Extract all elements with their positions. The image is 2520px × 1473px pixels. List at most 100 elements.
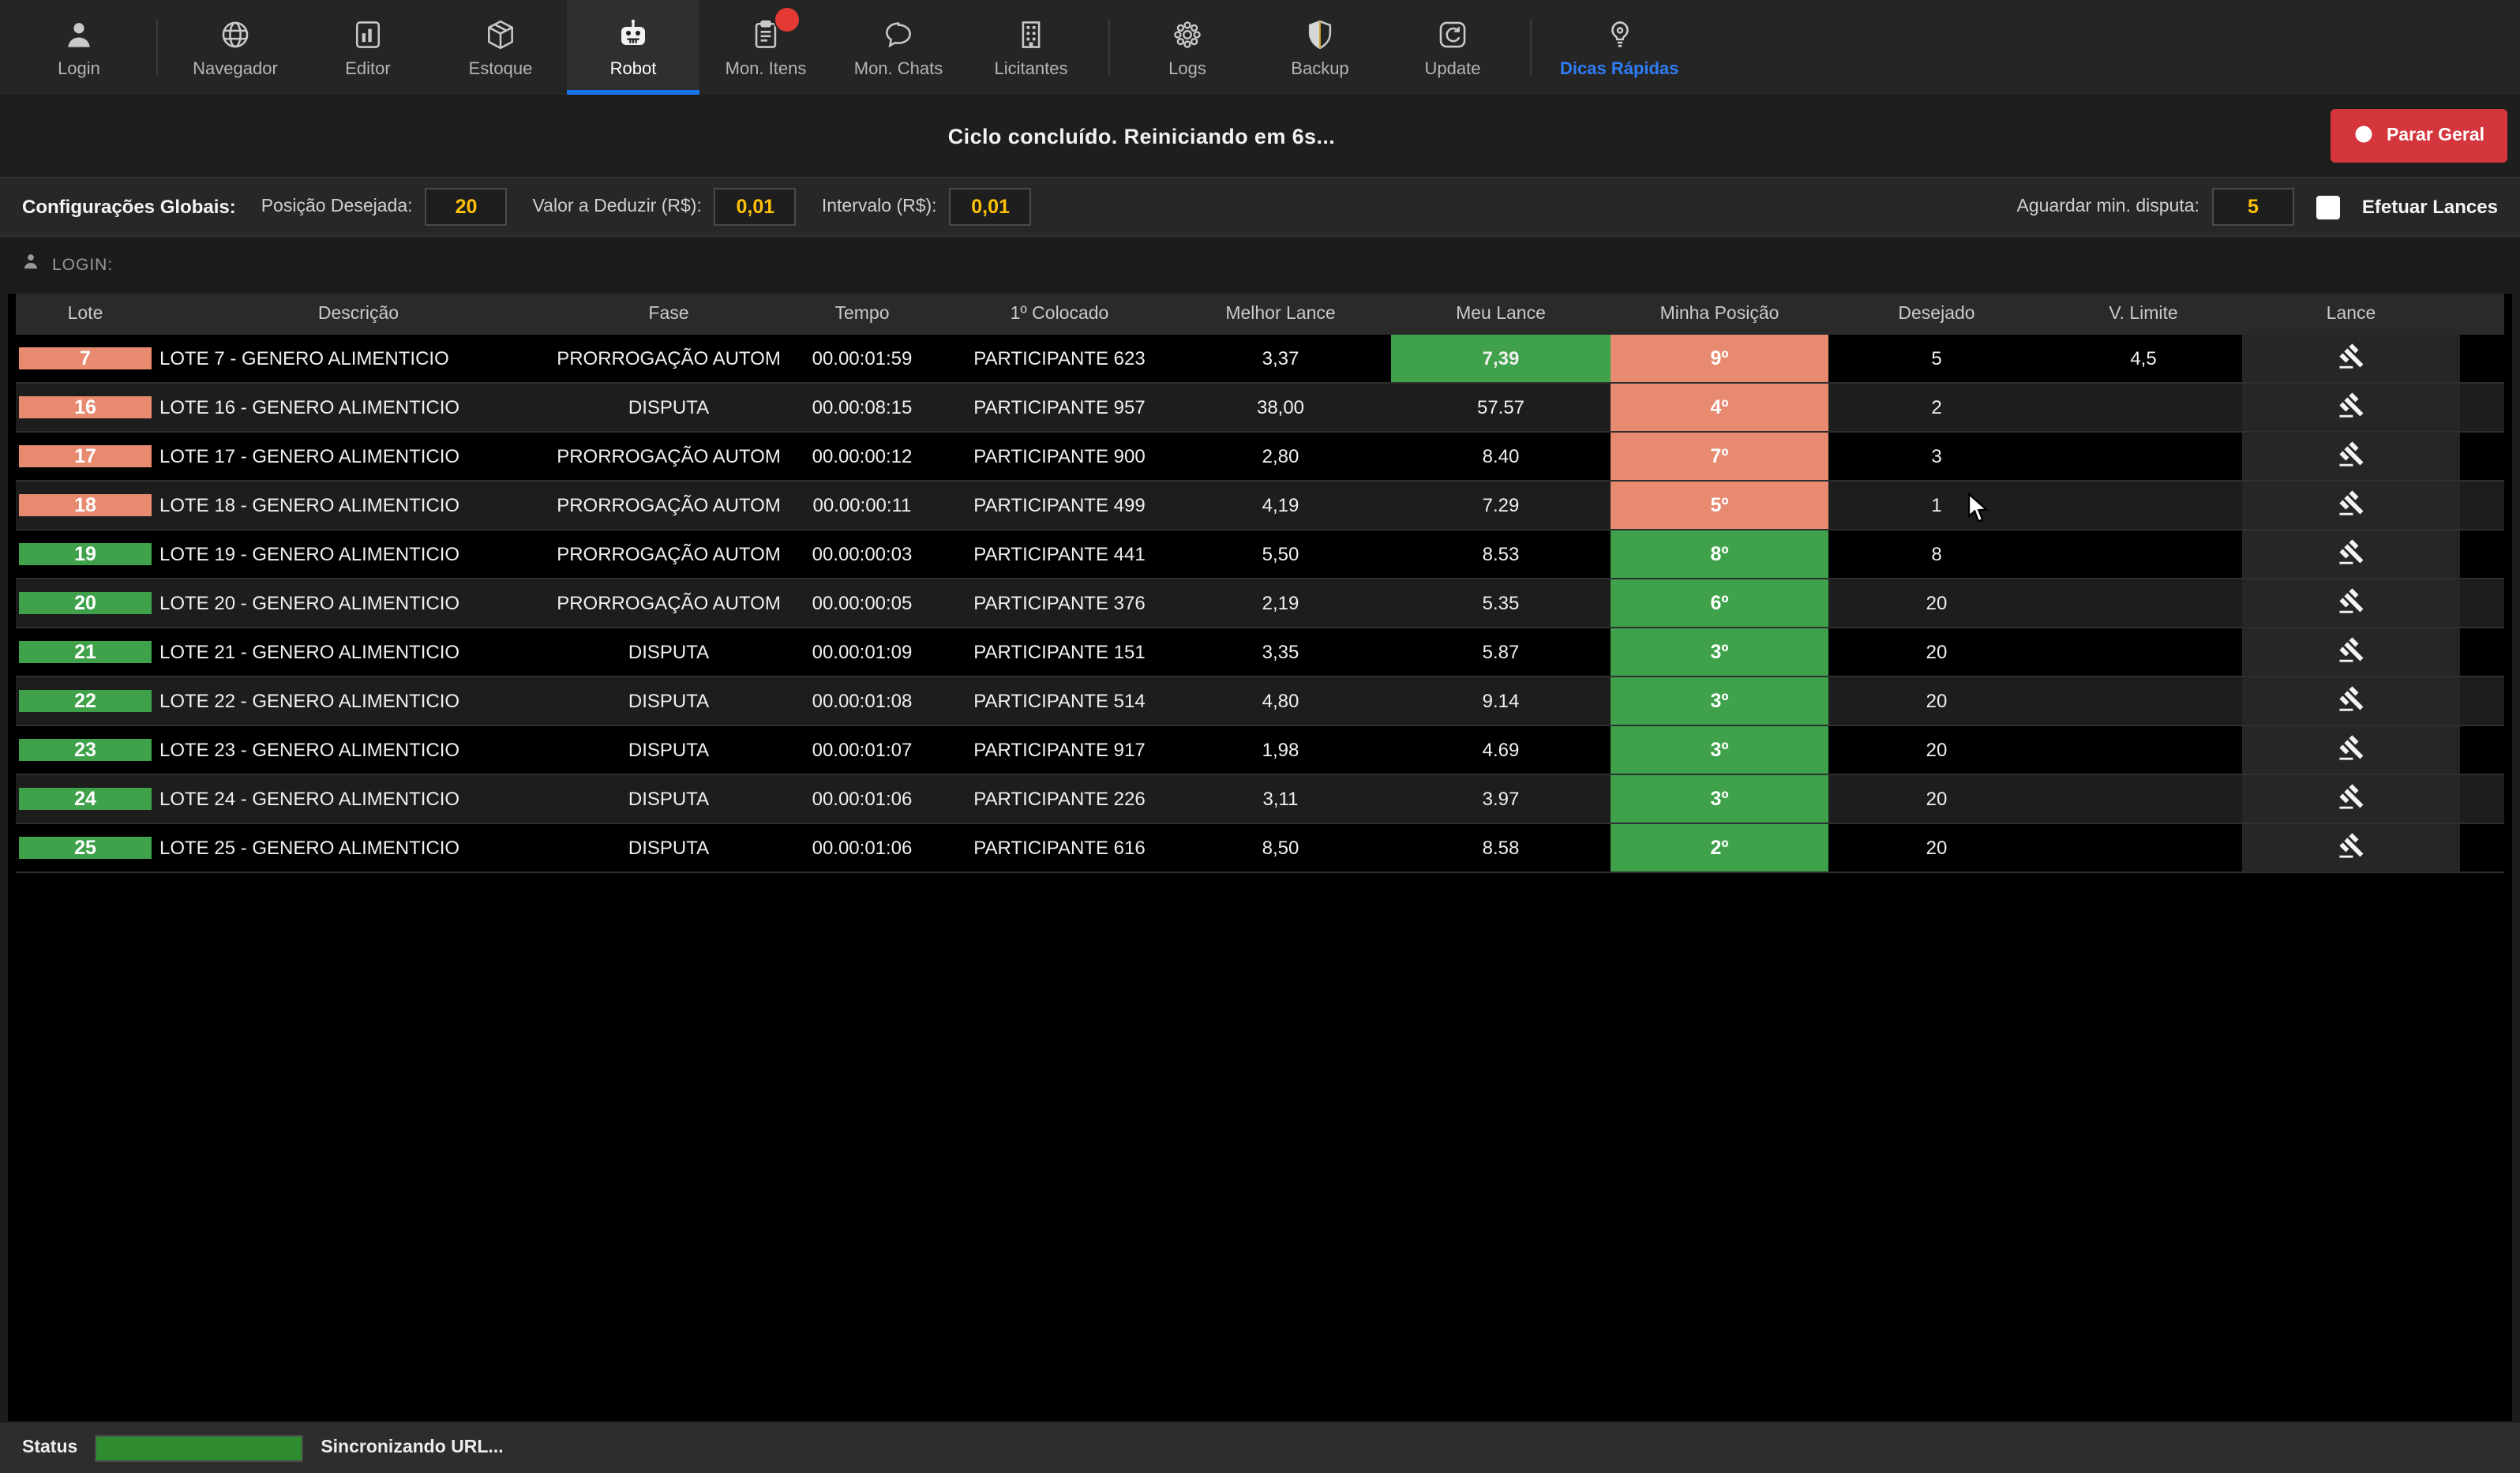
cell-fase: PRORROGAÇÃO AUTOM [562, 530, 775, 578]
valor-a-deduzir-r-input[interactable] [714, 188, 797, 226]
nav-divider [156, 19, 158, 76]
progress-bar-fill [96, 1436, 302, 1460]
lance-button[interactable] [2326, 680, 2376, 722]
cell-tail [2460, 482, 2514, 529]
cell-tail [2460, 677, 2514, 725]
cell-tail [2460, 433, 2514, 480]
lance-button[interactable] [2326, 827, 2376, 868]
table-body: 7LOTE 7 - GENERO ALIMENTICIOPRORROGAÇÃO … [16, 335, 2504, 873]
shield-icon [1303, 16, 1337, 54]
cell-melhor-lance: 5,50 [1170, 530, 1391, 578]
cell-desejado: 20 [1828, 579, 2045, 627]
cell-tail [2460, 628, 2514, 676]
sync-status-message: Sincronizando URL... [321, 1438, 503, 1457]
lance-button[interactable] [2326, 583, 2376, 624]
table-row-lote-23[interactable]: 23LOTE 23 - GENERO ALIMENTICIODISPUTA00.… [16, 726, 2504, 775]
cell-1-colocado: PARTICIPANTE 151 [949, 628, 1170, 676]
config-fields-right: Aguardar min. disputa: Efetuar Lances [2017, 188, 2499, 226]
cell-1-colocado: PARTICIPANTE 900 [949, 433, 1170, 480]
login-row: LOGIN: [8, 237, 2512, 294]
table-row-lote-18[interactable]: 18LOTE 18 - GENERO ALIMENTICIOPRORROGAÇÃ… [16, 482, 2504, 530]
cell-v-limite [2045, 628, 2242, 676]
cell-melhor-lance: 2,19 [1170, 579, 1391, 627]
cell-melhor-lance: 4,80 [1170, 677, 1391, 725]
lance-button[interactable] [2326, 534, 2376, 575]
nav-item-dicas-r-pidas[interactable]: Dicas Rápidas [1543, 0, 1696, 95]
posi-o-desejada-input[interactable] [426, 188, 508, 226]
lote-status-badge: 22 [19, 690, 152, 712]
lote-status-badge: 24 [19, 788, 152, 810]
table-row-lote-7[interactable]: 7LOTE 7 - GENERO ALIMENTICIOPRORROGAÇÃO … [16, 335, 2504, 384]
nav-item-navegador[interactable]: Navegador [169, 0, 302, 95]
cell-descricao: LOTE 25 - GENERO ALIMENTICIO [155, 824, 562, 871]
lote-status-badge: 7 [19, 347, 152, 369]
aguardar-min-disputa-input[interactable] [2212, 188, 2294, 226]
table-row-lote-22[interactable]: 22LOTE 22 - GENERO ALIMENTICIODISPUTA00.… [16, 677, 2504, 726]
nav-item-robot[interactable]: Robot [567, 0, 699, 95]
cell-v-limite [2045, 824, 2242, 871]
col-header-1-colocado: 1º Colocado [949, 305, 1170, 324]
table-row-lote-19[interactable]: 19LOTE 19 - GENERO ALIMENTICIOPRORROGAÇÃ… [16, 530, 2504, 579]
cell-melhor-lance: 38,00 [1170, 384, 1391, 431]
table-row-lote-20[interactable]: 20LOTE 20 - GENERO ALIMENTICIOPRORROGAÇÃ… [16, 579, 2504, 628]
table-row-lote-24[interactable]: 24LOTE 24 - GENERO ALIMENTICIODISPUTA00.… [16, 775, 2504, 824]
cell-v-limite: 4,5 [2045, 335, 2242, 382]
cell-desejado: 20 [1828, 628, 2045, 676]
stop-all-button[interactable]: Parar Geral [2331, 109, 2507, 163]
nav-item-label: Estoque [469, 60, 533, 79]
nav-item-update[interactable]: Update [1386, 0, 1519, 95]
table-row-lote-16[interactable]: 16LOTE 16 - GENERO ALIMENTICIODISPUTA00.… [16, 384, 2504, 433]
config-field-posi-o-desejada: Posição Desejada: [261, 188, 508, 226]
lance-button[interactable] [2326, 778, 2376, 819]
cycle-status-message: Ciclo concluído. Reiniciando em 6s... [0, 95, 2283, 177]
cell-lote: 7 [16, 335, 155, 382]
nav-item-label: Mon. Chats [854, 60, 943, 79]
table-row-lote-21[interactable]: 21LOTE 21 - GENERO ALIMENTICIODISPUTA00.… [16, 628, 2504, 677]
lote-status-badge: 20 [19, 592, 152, 614]
gavel-icon [2338, 587, 2364, 619]
config-field-label: Posição Desejada: [261, 197, 413, 216]
intervalo-r-input[interactable] [950, 188, 1032, 226]
cell-tempo: 00.00:01:06 [775, 824, 949, 871]
cell-lance [2242, 384, 2460, 431]
nav-item-backup[interactable]: Backup [1254, 0, 1386, 95]
lance-button[interactable] [2326, 436, 2376, 477]
lance-button[interactable] [2326, 729, 2376, 770]
nav-item-licitantes[interactable]: Licitantes [965, 0, 1097, 95]
lote-status-badge: 23 [19, 739, 152, 761]
progress-bar [95, 1434, 303, 1461]
nav-item-label: Mon. Itens [726, 60, 807, 79]
nav-item-label: Backup [1291, 60, 1348, 79]
col-header-tempo: Tempo [775, 305, 949, 324]
lance-button[interactable] [2326, 387, 2376, 428]
nav-item-estoque[interactable]: Estoque [434, 0, 567, 95]
nav-item-label: Navegador [193, 60, 278, 79]
nav-item-label: Dicas Rápidas [1560, 60, 1678, 79]
lance-button[interactable] [2326, 338, 2376, 379]
cell-tail [2460, 726, 2514, 774]
efetuar-lances-checkbox[interactable] [2316, 195, 2340, 219]
control-row: Ciclo concluído. Reiniciando em 6s... Pa… [0, 95, 2520, 177]
cell-lote: 22 [16, 677, 155, 725]
lots-table: LoteDescriçãoFaseTempo1º ColocadoMelhor … [16, 294, 2504, 873]
nav-item-mon-itens[interactable]: Mon. Itens [699, 0, 832, 95]
nav-item-login[interactable]: Login [13, 0, 145, 95]
config-field-label: Valor a Deduzir (R$): [533, 197, 702, 216]
cell-minha-posicao: 3º [1611, 628, 1828, 676]
cell-tail [2460, 530, 2514, 578]
nav-item-logs[interactable]: Logs [1121, 0, 1254, 95]
nav-item-mon-chats[interactable]: Mon. Chats [832, 0, 965, 95]
cell-lote: 19 [16, 530, 155, 578]
nav-item-editor[interactable]: Editor [302, 0, 434, 95]
cell-minha-posicao: 2º [1611, 824, 1828, 871]
gavel-icon [2338, 538, 2364, 570]
lance-button[interactable] [2326, 632, 2376, 673]
cell-lance [2242, 677, 2460, 725]
table-row-lote-25[interactable]: 25LOTE 25 - GENERO ALIMENTICIODISPUTA00.… [16, 824, 2504, 873]
cell-meu-lance: 7,39 [1391, 335, 1611, 382]
cell-v-limite [2045, 579, 2242, 627]
table-row-lote-17[interactable]: 17LOTE 17 - GENERO ALIMENTICIOPRORROGAÇÃ… [16, 433, 2504, 482]
lance-button[interactable] [2326, 485, 2376, 526]
cell-desejado: 1 [1828, 482, 2045, 529]
cell-fase: PRORROGAÇÃO AUTOM [562, 335, 775, 382]
